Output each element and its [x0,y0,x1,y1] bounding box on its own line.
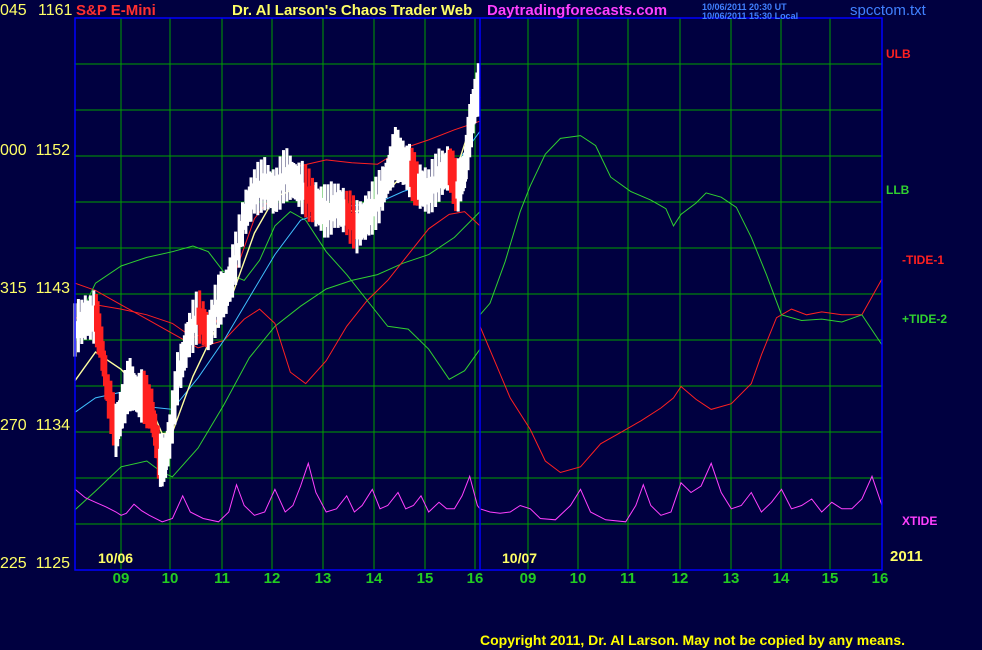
instrument-title: S&P E-Mini [76,2,156,19]
x-tick-11-day1: 11 [214,570,230,587]
x-tick-16-day1: 16 [466,570,484,587]
y-tick-1152: 000 1152 [0,142,70,159]
chaos-chart [73,17,883,571]
x-tick-10-day2: 10 [569,570,587,587]
x-tick-15-day1: 15 [416,570,434,587]
date-label-1007: 10/07 [502,550,538,566]
x-tick-11-day2: 11 [620,570,636,587]
x-tick-09-day2: 09 [519,570,537,587]
x-tick-16-day2: 16 [871,570,889,587]
x-tick-14-day2: 14 [772,570,790,587]
xtide-line [74,461,883,523]
y-tick-1143: 315 1143 [0,280,70,297]
legend-ulb: ULB [886,47,911,61]
ulb-line [74,120,481,339]
x-tick-14-day1: 14 [365,570,383,587]
x-tick-12-day1: 12 [263,570,281,587]
x-tick-13-day1: 13 [314,570,332,587]
file-name: spcctom.txt [850,2,926,19]
timestamp-local: 10/06/2011 15:30 Local [702,11,799,21]
legend-xtide: XTIDE [902,514,938,528]
copyright: Copyright 2011, Dr. Al Larson. May not b… [480,632,906,648]
llb-line [74,211,481,511]
legend-llb: LLB [886,183,910,197]
header-price-top: 1161 [38,2,73,19]
tide1-line [74,211,481,385]
year-label: 2011 [890,548,923,565]
tide2-forecast-line [479,135,883,346]
site-title: Dr. Al Larson's Chaos Trader Web [232,2,473,19]
x-tick-15-day2: 15 [821,570,839,587]
x-tick-10-day1: 10 [161,570,179,587]
left-cut-label: 045 [0,2,27,19]
y-tick-1134: 270 1134 [0,417,70,434]
tide2-line [74,210,481,380]
site-url[interactable]: Daytradingforecasts.com [487,2,667,19]
date-label-1006: 10/06 [98,550,134,566]
tide1-forecast-line [479,278,883,474]
price-bars [73,63,480,487]
legend-tide1: -TIDE-1 [902,253,944,267]
x-tick-09-day1: 09 [112,570,130,587]
x-tick-13-day2: 13 [722,570,740,587]
legend-tide2: +TIDE-2 [902,312,948,326]
x-tick-12-day2: 12 [671,570,689,587]
y-tick-1125: 225 1125 [0,555,70,572]
